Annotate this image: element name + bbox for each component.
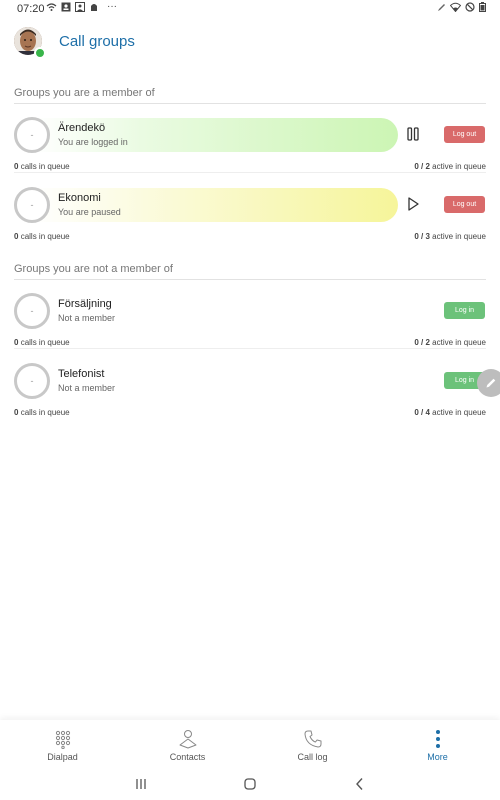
android-icon (91, 4, 97, 11)
queue-ring-label: - (30, 129, 34, 140)
queue-ring: - (14, 187, 50, 223)
nav-label: More (427, 752, 448, 762)
status-bar: 07:20 ··· (0, 0, 500, 18)
calls-in-queue: 0 calls in queue (14, 162, 70, 171)
home-icon[interactable] (242, 776, 258, 792)
queue-text: calls in queue (20, 232, 70, 241)
queue-ring: - (14, 117, 50, 153)
wifi-icon (450, 2, 461, 12)
queue-count: 0 (14, 162, 19, 171)
calls-in-queue: 0 calls in queue (14, 408, 70, 417)
group-row-forsaljning: - Försäljning Not a member Log in 0 call… (0, 293, 500, 363)
active-text: active in queue (432, 338, 486, 347)
recent-apps-icon[interactable] (133, 776, 149, 792)
group-status: Not a member (58, 313, 116, 323)
presence-indicator (34, 47, 46, 59)
user-avatar[interactable] (14, 27, 46, 59)
group-status: You are paused (58, 207, 121, 217)
back-icon[interactable] (352, 776, 368, 792)
calls-in-queue: 0 calls in queue (14, 338, 70, 347)
page-title: Call groups (59, 33, 135, 50)
queue-ring: - (14, 363, 50, 399)
group-row-telefonist: - Telefonist Not a member Log in 0 calls… (0, 363, 500, 433)
nav-label: Call log (297, 752, 328, 762)
active-text: active in queue (432, 408, 486, 417)
active-text: active in queue (432, 162, 486, 171)
queue-count: 0 (14, 232, 19, 241)
active-in-queue: 0 / 3 active in queue (414, 232, 486, 241)
pencil-icon (438, 3, 445, 11)
contacts-icon (179, 730, 196, 749)
group-status: Not a member (58, 383, 116, 393)
nav-contacts[interactable]: Contacts (125, 720, 250, 768)
pause-icon[interactable] (404, 125, 422, 143)
queue-text: calls in queue (20, 408, 70, 417)
more-notifications-indicator: ··· (107, 1, 117, 12)
group-row-ekonomi: - Ekonomi You are paused Log out 0 calls… (0, 187, 500, 257)
group-row-arendeko: - Ärendekö You are logged in Log out 0 c… (0, 117, 500, 187)
more-vertical-icon (435, 730, 440, 748)
queue-ring: - (14, 293, 50, 329)
bottom-navigation: Dialpad Contacts Call log More (0, 720, 500, 768)
member-section-title: Groups you are a member of (14, 87, 155, 99)
group-name: Ekonomi (58, 192, 101, 204)
active-count: 0 / 3 (414, 232, 430, 241)
nonmember-section-title: Groups you are not a member of (14, 263, 173, 275)
active-in-queue: 0 / 4 active in queue (414, 408, 486, 417)
active-in-queue: 0 / 2 active in queue (414, 162, 486, 171)
do-not-disturb-icon (465, 2, 475, 12)
contact-card-icon (61, 2, 71, 12)
group-status: You are logged in (58, 137, 128, 147)
wifi-calling-icon (46, 3, 57, 11)
queue-count: 0 (14, 408, 19, 417)
row-divider (14, 348, 486, 349)
active-count: 0 / 2 (414, 162, 430, 171)
calls-in-queue: 0 calls in queue (14, 232, 70, 241)
group-name: Försäljning (58, 298, 112, 310)
nav-call-log[interactable]: Call log (250, 720, 375, 768)
active-in-queue: 0 / 2 active in queue (414, 338, 486, 347)
queue-count: 0 (14, 338, 19, 347)
section-divider (14, 103, 486, 104)
queue-text: calls in queue (20, 162, 70, 171)
group-name: Ärendekö (58, 122, 106, 134)
edit-fab-button[interactable] (477, 369, 500, 397)
play-icon[interactable] (404, 195, 422, 213)
system-navigation (0, 768, 500, 800)
queue-ring-label: - (30, 199, 34, 210)
battery-icon (479, 2, 486, 12)
edit-pencil-icon (486, 378, 496, 388)
section-divider (14, 279, 486, 280)
logout-button[interactable]: Log out (444, 196, 485, 213)
phone-icon (304, 730, 321, 748)
nav-label: Contacts (169, 752, 206, 762)
group-name: Telefonist (58, 368, 105, 380)
active-count: 0 / 4 (414, 408, 430, 417)
dialpad-icon (55, 730, 70, 749)
row-divider (14, 172, 486, 173)
active-count: 0 / 2 (414, 338, 430, 347)
queue-ring-label: - (30, 375, 34, 386)
status-time: 07:20 (17, 3, 45, 15)
queue-ring-label: - (30, 305, 34, 316)
nav-label: Dialpad (47, 752, 78, 762)
nav-dialpad[interactable]: Dialpad (0, 720, 125, 768)
person-icon (75, 2, 85, 12)
active-text: active in queue (432, 232, 486, 241)
logout-button[interactable]: Log out (444, 126, 485, 143)
nav-more[interactable]: More (375, 720, 500, 768)
queue-text: calls in queue (20, 338, 70, 347)
login-button[interactable]: Log in (444, 302, 485, 319)
